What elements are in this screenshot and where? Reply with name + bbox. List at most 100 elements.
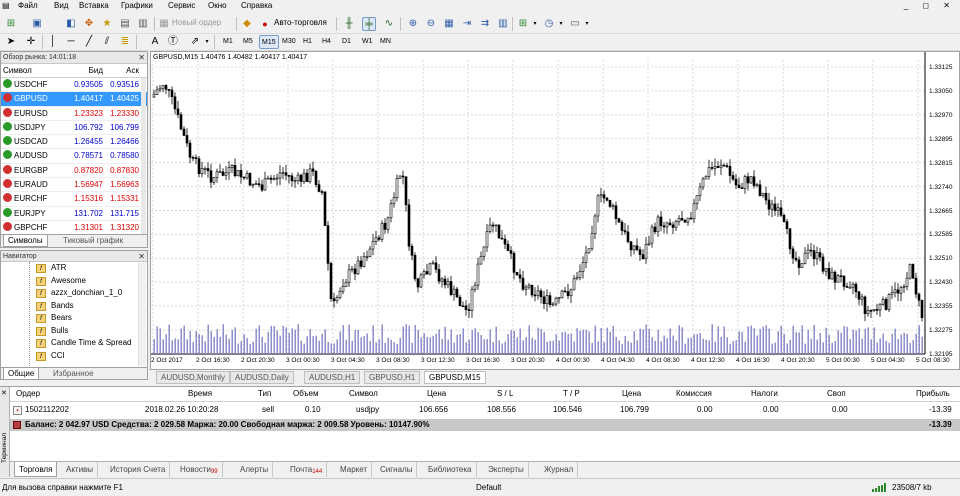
menu-view[interactable]: Вид (54, 1, 68, 10)
market-watch-icon[interactable]: ◧ (64, 17, 78, 31)
terminal-tab[interactable]: Сигналы (376, 462, 418, 477)
column-header-bid[interactable]: Бид (63, 64, 103, 77)
market-watch-row-eurjpy[interactable]: EURJPY 131.702 131.715 (1, 207, 147, 221)
tab-tick-chart[interactable]: Тиковый график (59, 235, 127, 247)
meta-editor-icon[interactable]: ◆ (240, 17, 254, 31)
new-chart-icon[interactable]: ⊞ (4, 17, 18, 31)
chart-tab-gbpusd-m15[interactable]: GBPUSD,M15 (424, 371, 486, 384)
column-header-price[interactable]: Цена (427, 389, 446, 398)
market-watch-scrollbar[interactable] (141, 78, 146, 234)
app-icon[interactable]: ▤ (2, 1, 10, 10)
auto-trading-button[interactable]: Авто-торговля (274, 18, 327, 27)
terminal-tab[interactable]: Журнал (540, 462, 579, 477)
chevron-down-icon[interactable]: ▾ (528, 17, 542, 31)
column-header-current-price[interactable]: Цена (622, 389, 641, 398)
column-header-volume[interactable]: Объем (293, 389, 319, 398)
navigator-item[interactable]: f azzx_donchian_1_0 (1, 287, 147, 300)
column-header-order[interactable]: Ордер (16, 389, 40, 398)
market-watch-row-audusd[interactable]: AUDUSD 0.78571 0.78580 (1, 149, 147, 164)
chart-tab-audusd-monthly[interactable]: AUDUSD,Monthly (156, 371, 231, 384)
close-icon[interactable]: ✕ (1, 389, 7, 397)
tab-symbols[interactable]: Символы (3, 235, 48, 247)
navigator-scrollbar[interactable] (138, 263, 146, 366)
menu-file[interactable]: Файл (18, 1, 38, 10)
terminal-tab[interactable]: Новости99 (176, 462, 223, 477)
chart-tab-audusd-daily[interactable]: AUDUSD,Daily (230, 371, 294, 384)
terminal-icon[interactable]: ▤ (118, 17, 132, 31)
terminal-tab[interactable]: Библиотека (424, 462, 477, 477)
market-watch-row-eurusd[interactable]: EURUSD 1.23323 1.23330 (1, 107, 147, 121)
horizontal-line-icon[interactable]: ─ (64, 35, 78, 49)
column-header-ask[interactable]: Аск (103, 64, 141, 77)
terminal-tab[interactable]: Почта144 (286, 462, 328, 477)
zoom-in-icon[interactable]: ⊕ (406, 17, 420, 31)
timeframe-h4[interactable]: H4 (320, 35, 333, 49)
close-icon[interactable]: ✕ (138, 52, 145, 64)
chevron-down-icon[interactable]: ▾ (200, 35, 214, 49)
column-header-symbol[interactable]: Символ (349, 389, 378, 398)
grid-icon[interactable]: ▥ (496, 17, 510, 31)
navigator-item[interactable]: f Candle Time & Spread (1, 337, 147, 350)
column-header-commission[interactable]: Комиссия (676, 389, 712, 398)
navigator-item[interactable]: f Awesome (1, 275, 147, 288)
terminal-tab[interactable]: Активы (62, 462, 99, 477)
trendline-icon[interactable]: ╱ (82, 35, 96, 49)
column-header-profit[interactable]: Прибыль (916, 389, 950, 398)
chart-shift-icon[interactable]: ⇥ (460, 17, 474, 31)
profiles-icon[interactable]: ▣ (30, 17, 44, 31)
timeframe-m30[interactable]: M30 (280, 35, 298, 49)
timeframe-m15[interactable]: M15 (259, 35, 279, 49)
timeframe-mn[interactable]: MN (378, 35, 393, 49)
terminal-tab[interactable]: Торговля (14, 462, 58, 477)
strategy-tester-icon[interactable]: ▥ (136, 17, 150, 31)
timeframe-h1[interactable]: H1 (301, 35, 314, 49)
fibonacci-icon[interactable]: ≣ (118, 35, 132, 49)
close-icon[interactable]: ✕ (138, 251, 145, 262)
crosshair-icon[interactable]: ✛ (24, 35, 38, 49)
window-controls[interactable]: _ ◻ ✕ (904, 1, 956, 10)
channel-icon[interactable]: ⫽ (100, 35, 114, 49)
column-header-symbol[interactable]: Символ (1, 64, 63, 77)
line-chart-icon[interactable]: ∿ (382, 17, 396, 31)
candlestick-chart-icon[interactable]: ╪ (362, 17, 376, 31)
timeframe-m5[interactable]: M5 (241, 35, 255, 49)
price-chart[interactable]: GBPUSD,M15 1.40476 1.40482 1.40417 1.404… (150, 51, 960, 370)
navigator-item[interactable]: f Bears (1, 312, 147, 325)
menu-charts[interactable]: Графики (121, 1, 153, 10)
navigator-item[interactable]: f ATR (1, 262, 147, 275)
market-watch-row-gbpusd[interactable]: GBPUSD 1.40417 1.40425 (1, 92, 147, 107)
cursor-icon[interactable]: ➤ (4, 35, 18, 49)
column-header-sl[interactable]: S / L (497, 389, 513, 398)
tab-favorites[interactable]: Избранное (49, 368, 98, 380)
column-header-swap[interactable]: Своп (827, 389, 846, 398)
menu-tools[interactable]: Сервис (168, 1, 195, 10)
terminal-tab[interactable]: Алерты (236, 462, 274, 477)
vertical-line-icon[interactable]: │ (46, 35, 60, 49)
column-header-tp[interactable]: T / P (563, 389, 580, 398)
tab-general[interactable]: Общие (3, 368, 40, 380)
timeframe-m1[interactable]: M1 (221, 35, 235, 49)
column-header-taxes[interactable]: Налоги (751, 389, 778, 398)
tile-windows-icon[interactable]: ▦ (442, 17, 456, 31)
navigator-item[interactable]: f CCI (1, 350, 147, 363)
menu-help[interactable]: Справка (241, 1, 272, 10)
menu-window[interactable]: Окно (208, 1, 227, 10)
column-header-type[interactable]: Тип (258, 389, 271, 398)
zoom-out-icon[interactable]: ⊖ (424, 17, 438, 31)
text-icon[interactable]: A (148, 35, 162, 49)
new-order-button[interactable]: Новый ордер (172, 18, 221, 27)
text-label-icon[interactable]: Ⓣ (166, 35, 180, 49)
timeframe-d1[interactable]: D1 (340, 35, 353, 49)
terminal-tab[interactable]: История Счета (106, 462, 171, 477)
data-window-icon[interactable]: ✥ (82, 17, 96, 31)
navigator-item[interactable]: f Bulls (1, 325, 147, 338)
market-watch-row-usdjpy[interactable]: USDJPY 106.792 106.799 (1, 121, 147, 136)
bar-chart-icon[interactable]: ╫ (342, 17, 356, 31)
timeframe-w1[interactable]: W1 (360, 35, 375, 49)
chart-canvas[interactable] (151, 52, 959, 369)
chart-tab-audusd-h1[interactable]: AUDUSD,H1 (304, 371, 361, 384)
menu-insert[interactable]: Вставка (79, 1, 109, 10)
chevron-down-icon[interactable]: ▾ (580, 17, 594, 31)
market-watch-row-eurgbp[interactable]: EURGBP 0.87820 0.87830 (1, 164, 147, 179)
market-watch-row-eurchf[interactable]: EURCHF 1.15316 1.15331 (1, 192, 147, 207)
